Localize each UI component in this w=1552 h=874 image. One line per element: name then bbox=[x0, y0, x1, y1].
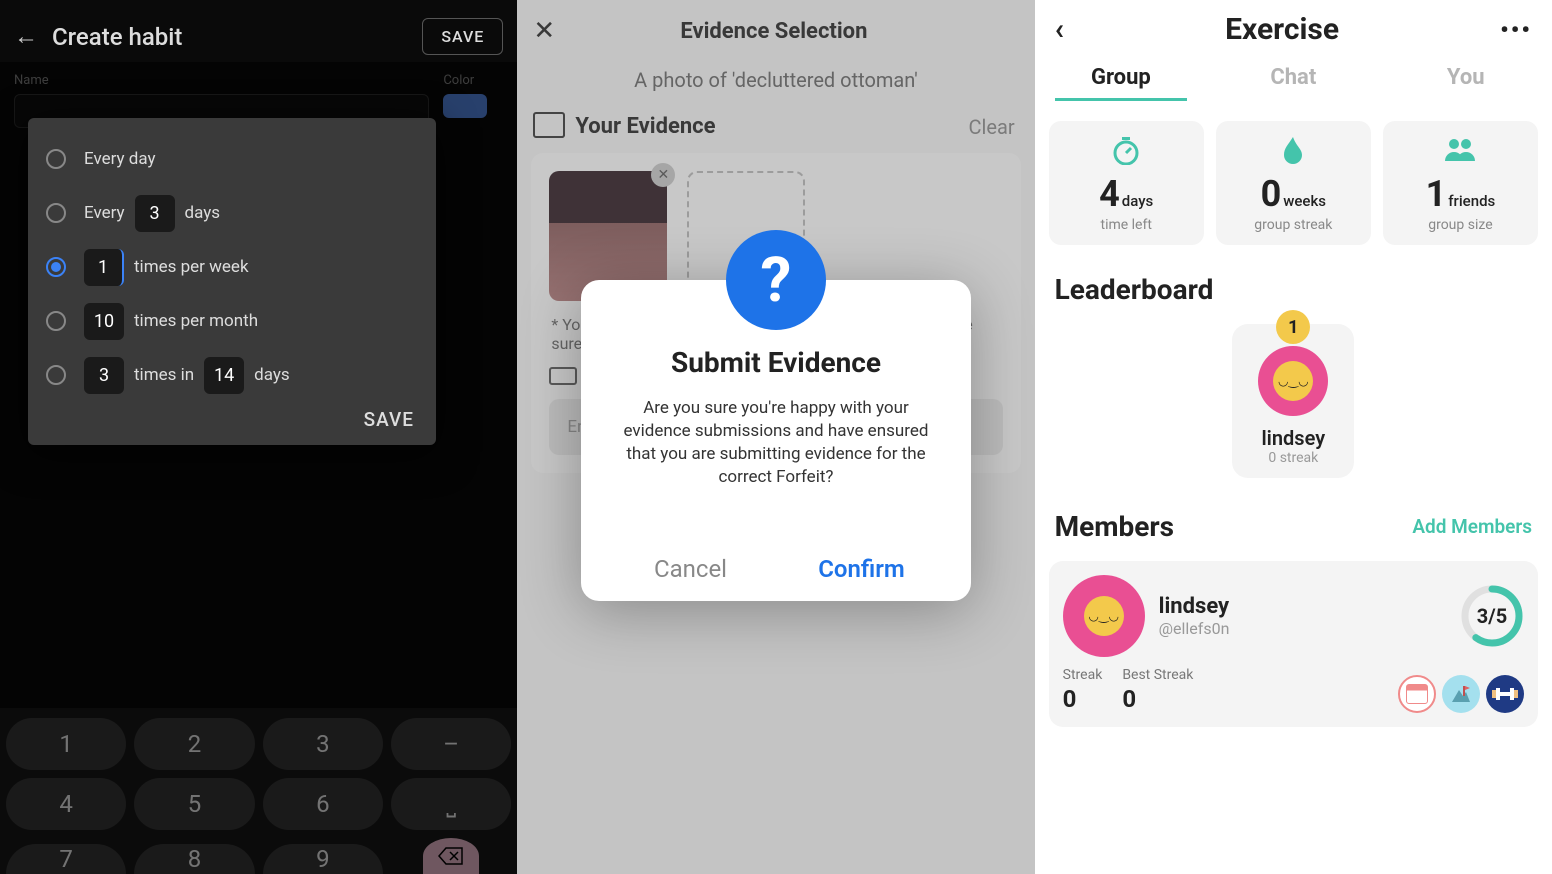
stat-group-size: 1friends group size bbox=[1383, 121, 1538, 245]
member-handle: @ellefs0n bbox=[1159, 619, 1446, 638]
custom-times-input[interactable]: 3 bbox=[84, 357, 124, 394]
member-streak: Streak 0 bbox=[1063, 667, 1103, 713]
option-times-per-month[interactable]: 10 times per month bbox=[46, 294, 418, 348]
question-icon: ? bbox=[726, 230, 826, 330]
radio-icon[interactable] bbox=[46, 203, 66, 223]
option-every-n-days[interactable]: Every 3 days bbox=[46, 186, 418, 240]
leaderboard-name: lindsey bbox=[1240, 426, 1346, 450]
fire-icon bbox=[1222, 137, 1365, 167]
member-card[interactable]: ◡‿◡ lindsey @ellefs0n 3/5 Streak 0 Best … bbox=[1049, 561, 1538, 727]
confirm-button[interactable]: Confirm bbox=[776, 537, 947, 601]
back-icon[interactable]: ← bbox=[14, 22, 38, 51]
tabs: Group Chat You bbox=[1035, 51, 1552, 101]
member-name: lindsey bbox=[1159, 594, 1446, 619]
stat-time-left: 4days time left bbox=[1049, 121, 1204, 245]
leaderboard-title: Leaderboard bbox=[1055, 273, 1532, 306]
tab-chat[interactable]: Chat bbox=[1227, 65, 1359, 101]
calendar-badge-icon bbox=[1398, 675, 1436, 713]
member-best-streak: Best Streak 0 bbox=[1122, 667, 1193, 713]
tab-group[interactable]: Group bbox=[1055, 65, 1187, 101]
badge-row bbox=[1398, 675, 1524, 713]
radio-icon[interactable] bbox=[46, 149, 66, 169]
avatar: ◡‿◡ bbox=[1063, 575, 1145, 657]
progress-text: 3/5 bbox=[1460, 584, 1524, 648]
leaderboard-sub: 0 streak bbox=[1240, 450, 1346, 466]
modal-message: Are you sure you're happy with your evid… bbox=[605, 397, 947, 489]
progress-ring: 3/5 bbox=[1460, 584, 1524, 648]
friends-icon bbox=[1389, 137, 1532, 167]
avatar: ◡‿◡ bbox=[1258, 346, 1328, 416]
option-times-in-days[interactable]: 3 times in 14 days bbox=[46, 348, 418, 402]
radio-icon[interactable] bbox=[46, 311, 66, 331]
stopwatch-icon bbox=[1055, 137, 1198, 167]
month-times-input[interactable]: 10 bbox=[84, 303, 124, 340]
modal-title: Submit Evidence bbox=[605, 346, 947, 379]
custom-days-input[interactable]: 14 bbox=[204, 357, 244, 394]
option-every-day[interactable]: Every day bbox=[46, 132, 418, 186]
submit-evidence-modal: ? Submit Evidence Are you sure you're ha… bbox=[581, 280, 971, 601]
mountain-badge-icon bbox=[1442, 675, 1480, 713]
exercise-screen: ‹ Exercise ••• Group Chat You 4days time… bbox=[1035, 0, 1552, 874]
more-icon[interactable]: ••• bbox=[1500, 16, 1532, 44]
radio-selected-icon[interactable] bbox=[46, 257, 66, 277]
radio-icon[interactable] bbox=[46, 365, 66, 385]
stat-group-streak: 0weeks group streak bbox=[1216, 121, 1371, 245]
rank-badge: 1 bbox=[1276, 310, 1310, 344]
create-habit-screen: ← Create habit SAVE Name Color Every day… bbox=[0, 0, 517, 874]
tab-you[interactable]: You bbox=[1400, 65, 1532, 101]
option-times-per-week[interactable]: 1 times per week bbox=[46, 240, 418, 294]
dumbbell-badge-icon bbox=[1486, 675, 1524, 713]
members-title: Members bbox=[1055, 510, 1174, 543]
back-icon[interactable]: ‹ bbox=[1055, 12, 1064, 47]
page-title: Exercise bbox=[1064, 12, 1500, 47]
save-button-top[interactable]: SAVE bbox=[422, 18, 503, 55]
add-members-button[interactable]: Add Members bbox=[1412, 515, 1532, 538]
days-input[interactable]: 3 bbox=[135, 195, 175, 232]
frequency-popup: Every day Every 3 days 1 times per week … bbox=[28, 118, 436, 445]
week-times-input[interactable]: 1 bbox=[84, 249, 124, 286]
popup-save-button[interactable]: SAVE bbox=[46, 402, 418, 435]
cancel-button[interactable]: Cancel bbox=[605, 537, 776, 601]
leaderboard-card[interactable]: 1 ◡‿◡ lindsey 0 streak bbox=[1232, 324, 1354, 478]
evidence-screen: ✕ Evidence Selection A photo of 'declutt… bbox=[517, 0, 1034, 874]
page-title: Create habit bbox=[52, 23, 408, 51]
